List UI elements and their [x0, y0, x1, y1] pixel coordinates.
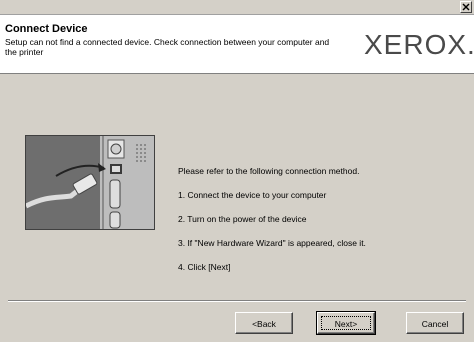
instructions-intro: Please refer to the following connection…: [178, 166, 360, 176]
next-button[interactable]: Next>: [316, 311, 376, 335]
xerox-logo: XEROX.: [364, 29, 474, 60]
back-button[interactable]: <Back: [235, 312, 293, 334]
footer-divider: [8, 300, 466, 302]
title-bar: [0, 0, 474, 14]
instruction-step: 4. Click [Next]: [178, 262, 231, 272]
instruction-step: 1. Connect the device to your computer: [178, 190, 327, 200]
cancel-button[interactable]: Cancel: [406, 312, 464, 334]
instruction-step: 2. Turn on the power of the device: [178, 214, 307, 224]
close-icon: [462, 3, 470, 11]
instruction-step: 3. If "New Hardware Wizard" is appeared,…: [178, 238, 366, 248]
close-button[interactable]: [460, 1, 472, 13]
page-title: Connect Device: [5, 23, 88, 35]
usb-connection-illustration: [25, 135, 155, 230]
page-description: Setup can not find a connected device. C…: [5, 37, 330, 57]
usb-cable-icon: [26, 136, 154, 229]
